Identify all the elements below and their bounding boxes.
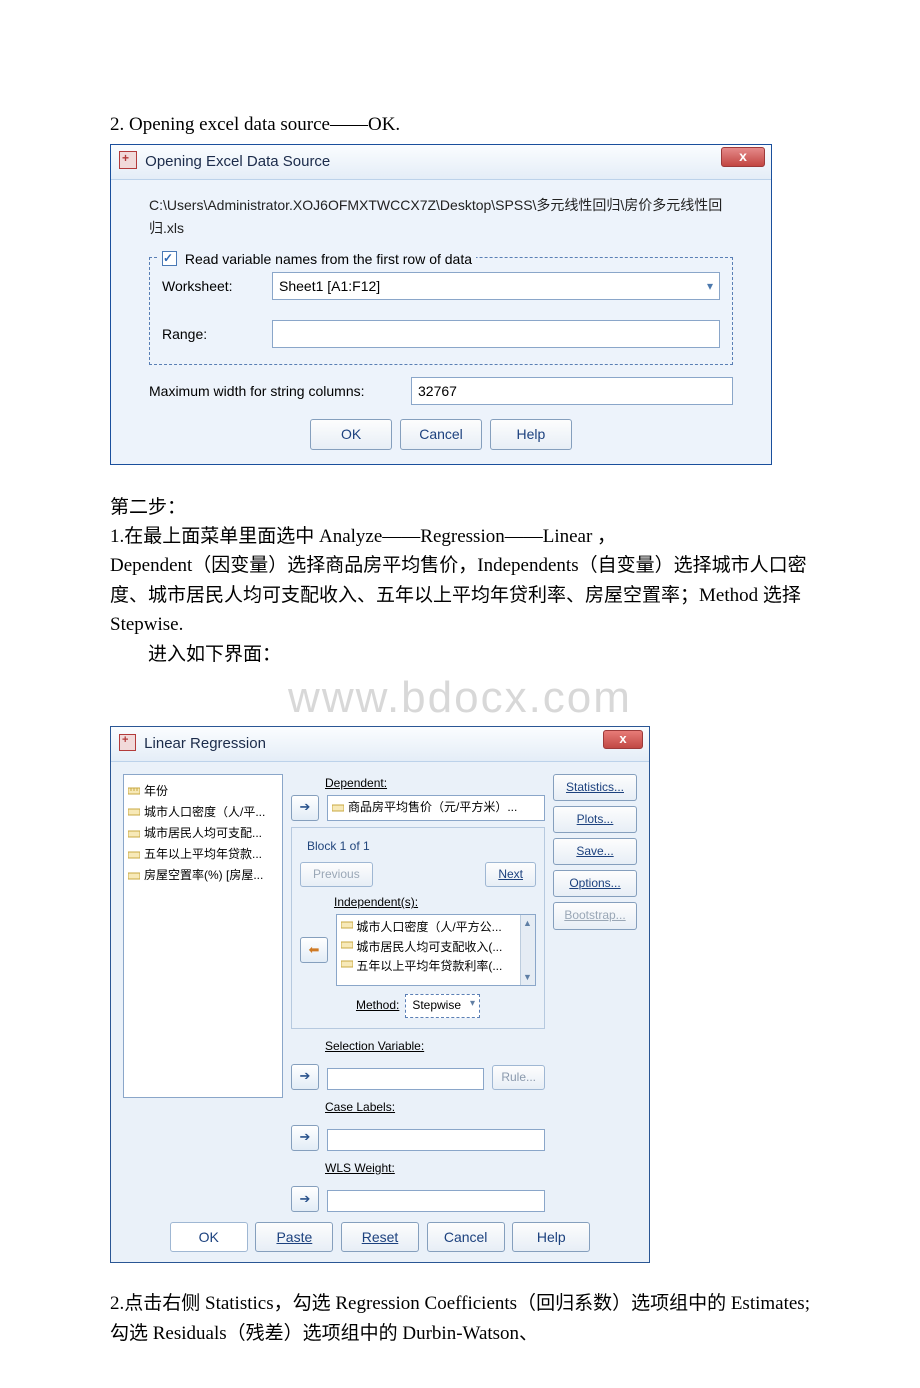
close-button[interactable]: x xyxy=(721,147,765,167)
ruler-icon xyxy=(128,849,140,861)
checkbox-label: Read variable names from the first row o… xyxy=(185,251,472,267)
close-button[interactable]: x xyxy=(603,730,643,749)
maxwidth-label: Maximum width for string columns: xyxy=(149,380,411,402)
list-item[interactable]: 房屋空置率(%) [房屋... xyxy=(128,865,278,886)
case-labels-label: Case Labels: xyxy=(325,1098,545,1117)
ok-button[interactable]: OK xyxy=(170,1222,248,1252)
indep-value: 五年以上平均年贷款利率(... xyxy=(356,959,502,973)
after-text: 2.点击右侧 Statistics，勾选 Regression Coeffici… xyxy=(110,1289,810,1348)
ruler-icon xyxy=(128,806,140,818)
side-buttons: Statistics... Plots... Save... Options..… xyxy=(553,774,637,1213)
read-options-group: Read variable names from the first row o… xyxy=(149,257,733,365)
range-input[interactable] xyxy=(272,320,720,348)
range-label: Range: xyxy=(162,323,272,345)
file-path: C:\Users\Administrator.XOJ6OFMXTWCCX7Z\D… xyxy=(149,194,733,239)
step2-text: 第二步： 1.在最上面菜单里面选中 Analyze——Regression——L… xyxy=(110,493,810,670)
independents-label: Independent(s): xyxy=(334,893,536,912)
list-item[interactable]: 城市人口密度（人/平方公... xyxy=(341,918,531,937)
statistics-button[interactable]: Statistics... xyxy=(553,774,637,801)
cancel-button[interactable]: Cancel xyxy=(400,419,482,449)
var-label: 五年以上平均年贷款... xyxy=(144,845,262,864)
ok-button[interactable]: OK xyxy=(310,419,392,449)
move-to-independents-button[interactable]: ⬅ xyxy=(300,937,328,963)
wls-weight-label: WLS Weight: xyxy=(325,1159,545,1178)
help-button[interactable]: Help xyxy=(512,1222,590,1252)
list-item[interactable]: 城市居民人均可支配... xyxy=(128,823,278,844)
dependent-field[interactable]: 商品房平均售价（元/平方米）... xyxy=(327,795,545,821)
maxwidth-value: 32767 xyxy=(418,380,457,402)
var-label: 房屋空置率(%) [房屋... xyxy=(144,866,263,885)
app-icon xyxy=(119,734,136,751)
dialog2-title: Linear Regression xyxy=(144,735,266,752)
linear-regression-dialog: Linear Regression x 年份 城市人口密度（人/平... xyxy=(110,726,650,1264)
move-to-caselabels-button[interactable]: ➔ xyxy=(291,1125,319,1151)
block-group: Block 1 of 1 Previous Next Independent(s… xyxy=(291,827,545,1029)
worksheet-value: Sheet1 [A1:F12] xyxy=(279,275,380,297)
bootstrap-button[interactable]: Bootstrap... xyxy=(553,902,637,929)
worksheet-dropdown[interactable]: Sheet1 [A1:F12] xyxy=(272,272,720,300)
var-label: 城市人口密度（人/平... xyxy=(144,803,265,822)
list-item[interactable]: 城市居民人均可支配收入(... xyxy=(341,938,531,957)
independents-list[interactable]: 城市人口密度（人/平方公... 城市居民人均可支配收入(... 五年以上平均年贷… xyxy=(336,914,536,986)
after-line1: 2.点击右侧 Statistics，勾选 Regression Coeffici… xyxy=(110,1289,810,1348)
indep-value: 城市居民人均可支配收入(... xyxy=(356,940,502,954)
ruler-icon xyxy=(341,958,353,970)
ruler-icon xyxy=(332,802,344,814)
open-excel-dialog: Opening Excel Data Source x C:\Users\Adm… xyxy=(110,144,772,464)
var-label: 年份 xyxy=(144,782,168,801)
previous-button[interactable]: Previous xyxy=(300,862,373,887)
reset-button[interactable]: Reset xyxy=(341,1222,419,1252)
dependent-value: 商品房平均售价（元/平方米）... xyxy=(348,798,517,817)
maxwidth-input[interactable]: 32767 xyxy=(411,377,733,405)
move-to-wls-button[interactable]: ➔ xyxy=(291,1186,319,1212)
watermark: www.bdocx.com xyxy=(110,663,810,733)
plots-button[interactable]: Plots... xyxy=(553,806,637,833)
wls-weight-field[interactable] xyxy=(327,1190,545,1212)
help-button[interactable]: Help xyxy=(490,419,572,449)
step-title: 第二步： xyxy=(110,493,810,522)
cancel-button[interactable]: Cancel xyxy=(427,1222,505,1252)
list-item[interactable]: 五年以上平均年贷款... xyxy=(128,844,278,865)
read-varnames-checkbox[interactable]: Read variable names from the first row o… xyxy=(158,248,476,270)
block-legend: Block 1 of 1 xyxy=(304,837,373,856)
para-line2: Dependent（因变量）选择商品房平均售价，Independents（自变量… xyxy=(110,551,810,639)
next-button[interactable]: Next xyxy=(485,862,536,887)
save-button[interactable]: Save... xyxy=(553,838,637,865)
method-dropdown[interactable]: Stepwise xyxy=(405,994,480,1017)
list-item[interactable]: 五年以上平均年贷款利率(... xyxy=(341,957,531,976)
ruler-icon xyxy=(341,939,353,951)
variable-list[interactable]: 年份 城市人口密度（人/平... 城市居民人均可支配... 五年以上平均年贷款.… xyxy=(123,774,283,1098)
dialog-title: Opening Excel Data Source xyxy=(145,153,330,170)
para-line1: 1.在最上面菜单里面选中 Analyze——Regression——Linear… xyxy=(110,522,810,551)
intro-line: 2. Opening excel data source——OK. xyxy=(110,110,810,140)
ruler-icon xyxy=(128,828,140,840)
list-item[interactable]: 年份 xyxy=(128,781,278,802)
ruler-icon xyxy=(128,785,140,797)
dialog2-title-bar: Linear Regression x xyxy=(111,727,649,762)
indep-value: 城市人口密度（人/平方公... xyxy=(356,920,501,934)
var-label: 城市居民人均可支配... xyxy=(144,824,262,843)
dialog-title-bar: Opening Excel Data Source x xyxy=(111,145,771,180)
move-to-dependent-button[interactable]: ➔ xyxy=(291,795,319,821)
case-labels-field[interactable] xyxy=(327,1129,545,1151)
app-icon xyxy=(119,151,137,169)
ruler-icon xyxy=(341,919,353,931)
scrollbar[interactable] xyxy=(520,915,535,985)
dependent-label: Dependent: xyxy=(325,774,545,793)
options-button[interactable]: Options... xyxy=(553,870,637,897)
move-to-selection-button[interactable]: ➔ xyxy=(291,1064,319,1090)
paste-button[interactable]: Paste xyxy=(255,1222,333,1252)
selection-variable-label: Selection Variable: xyxy=(325,1037,545,1056)
checkbox-icon xyxy=(162,251,177,266)
rule-button[interactable]: Rule... xyxy=(492,1065,545,1090)
method-label: Method: xyxy=(356,996,399,1015)
ruler-icon xyxy=(128,870,140,882)
selection-variable-field[interactable] xyxy=(327,1068,484,1090)
list-item[interactable]: 城市人口密度（人/平... xyxy=(128,802,278,823)
worksheet-label: Worksheet: xyxy=(162,275,272,297)
